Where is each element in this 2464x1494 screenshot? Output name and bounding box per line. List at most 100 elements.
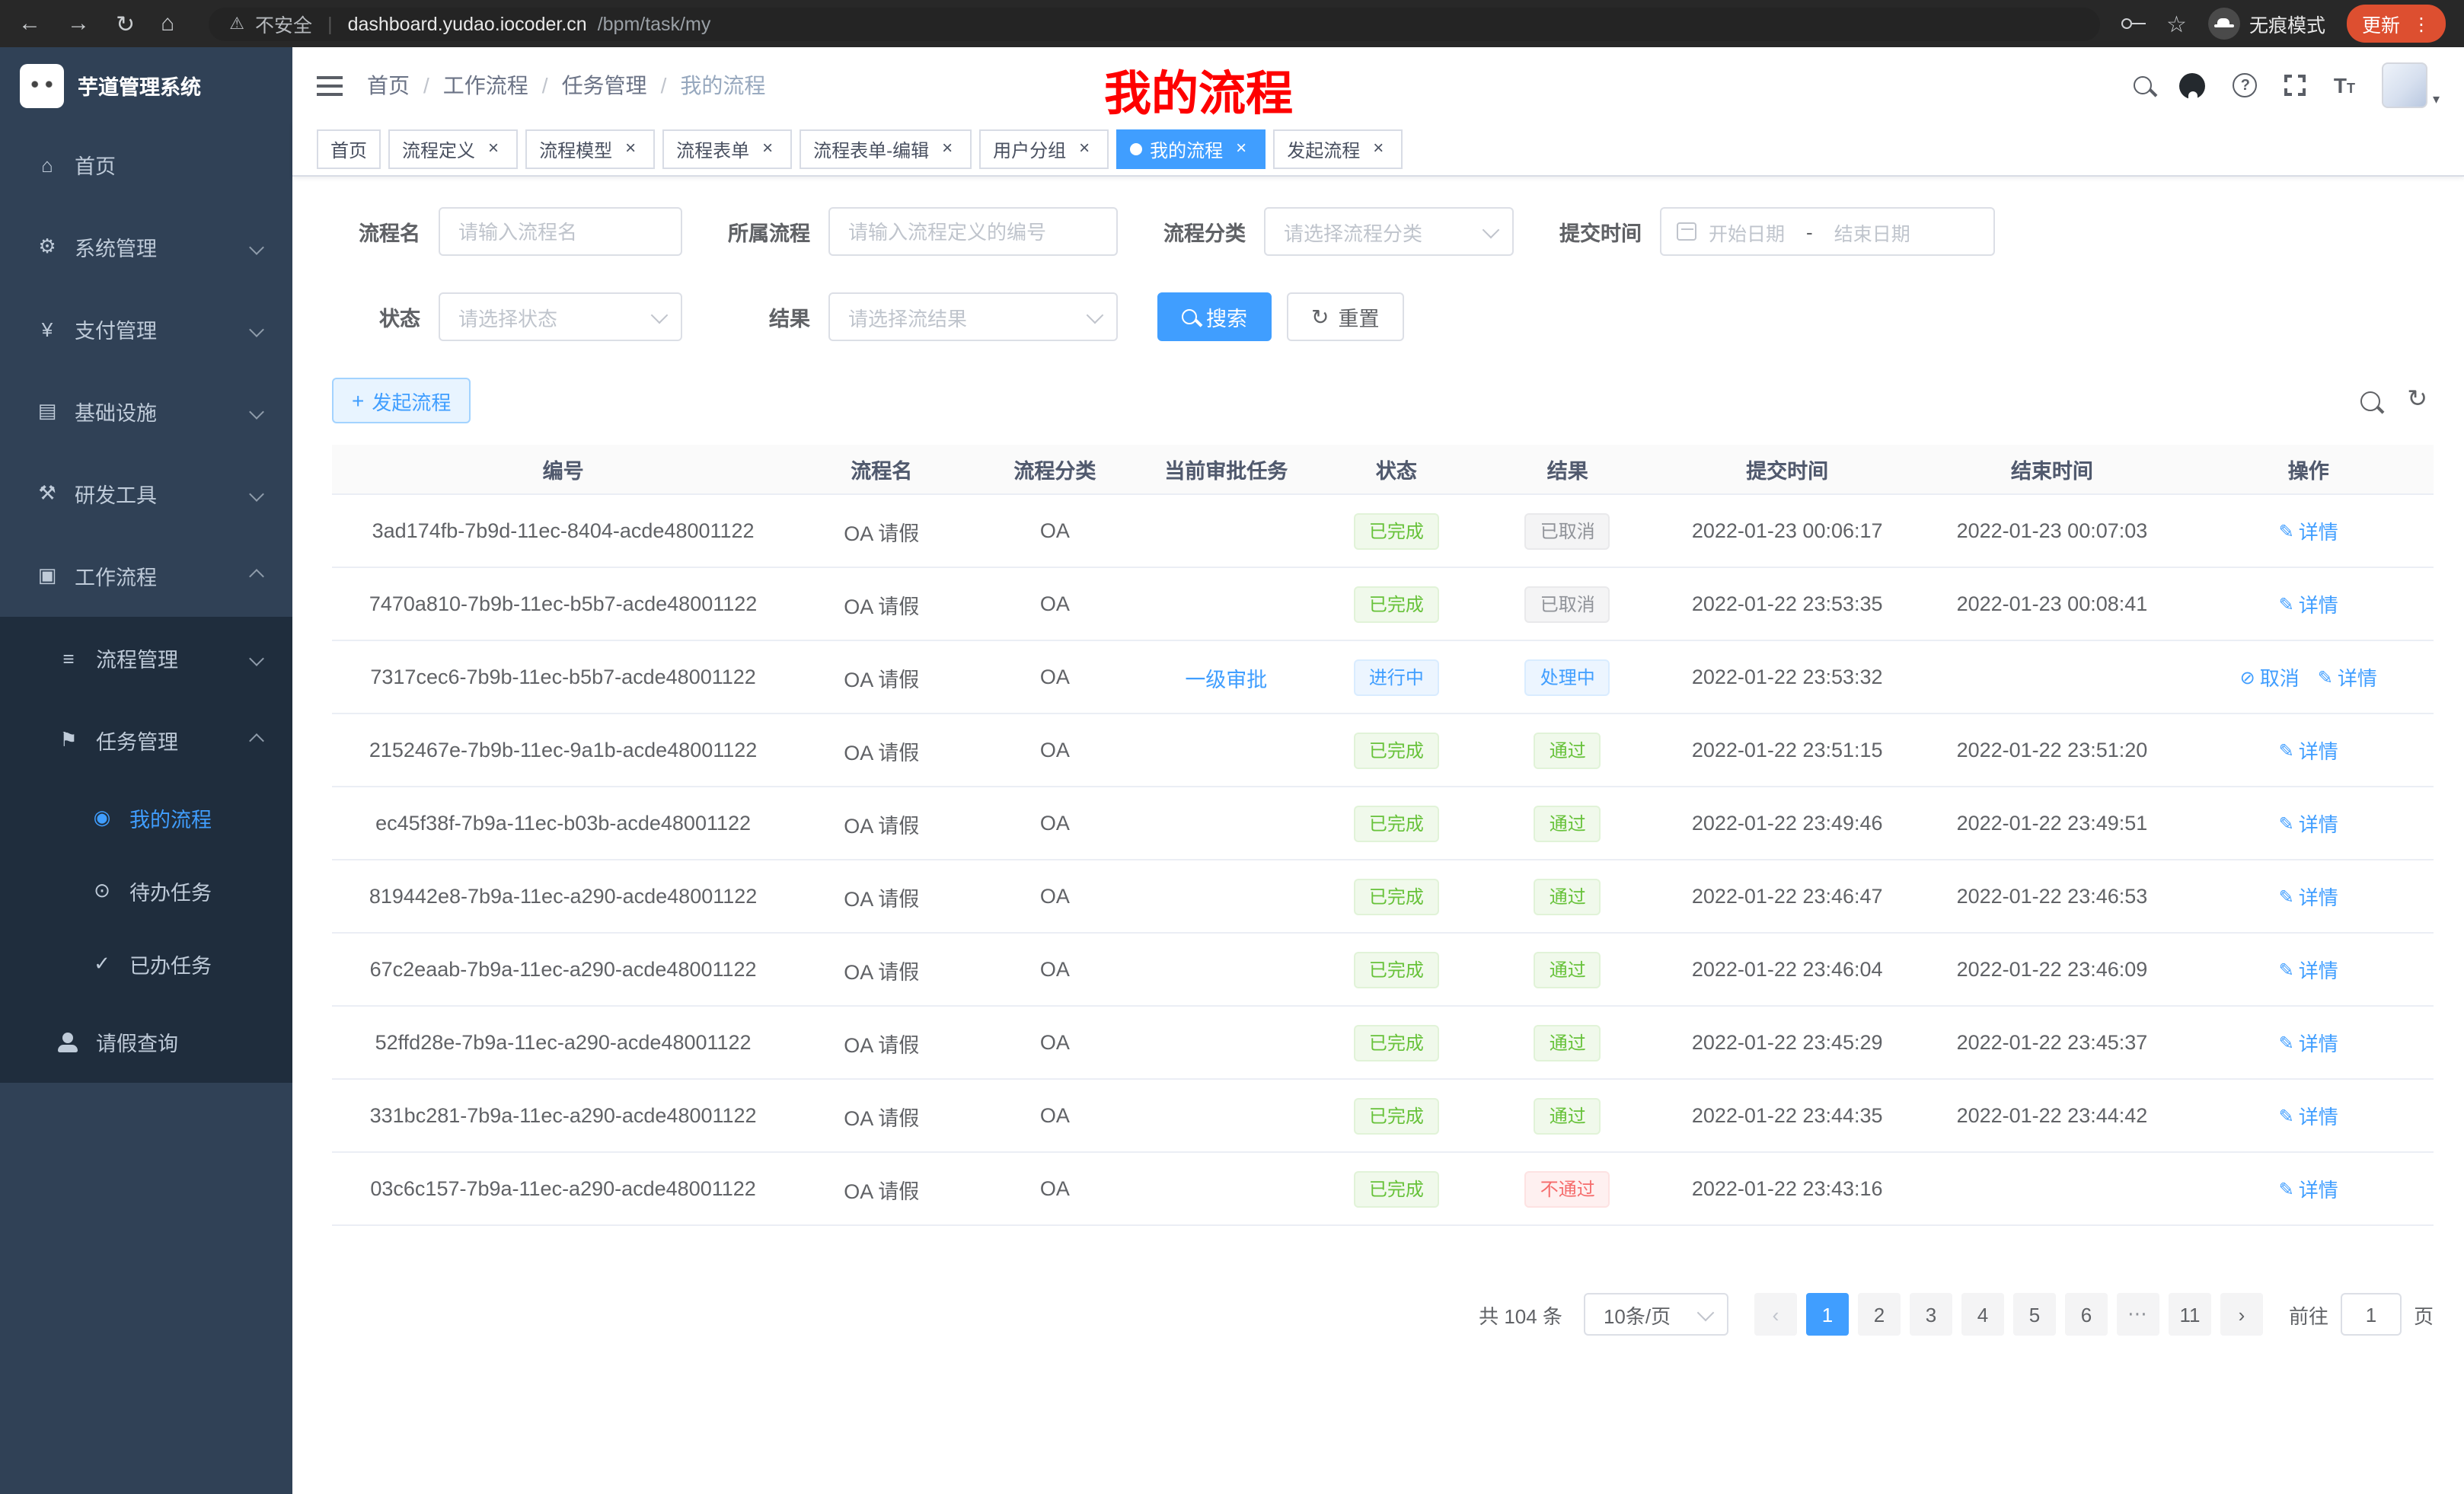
- cell-current-task: [1141, 1079, 1312, 1152]
- tab-home[interactable]: 首页: [317, 129, 381, 169]
- tools-icon: ⚒: [34, 481, 61, 506]
- fullscreen-icon[interactable]: [2285, 75, 2306, 96]
- cancel-link[interactable]: ⊘取消: [2240, 662, 2300, 691]
- current-task-link[interactable]: 一级审批: [1185, 668, 1267, 691]
- category-select[interactable]: 请选择流程分类: [1264, 207, 1514, 256]
- detail-link[interactable]: ✎详情: [2279, 1028, 2338, 1057]
- sidebar-toggle-icon[interactable]: [317, 75, 343, 95]
- sidebar-item-payment-manage[interactable]: ¥支付管理: [0, 288, 292, 370]
- close-icon[interactable]: ×: [757, 139, 778, 160]
- bookmark-star-icon[interactable]: ☆: [2166, 10, 2187, 37]
- home-button[interactable]: ⌂: [161, 11, 174, 37]
- sidebar-item-system-manage[interactable]: ⚙系统管理: [0, 206, 292, 288]
- page-button-3[interactable]: 3: [1910, 1293, 1952, 1336]
- page-button-5[interactable]: 5: [2013, 1293, 2056, 1336]
- back-button[interactable]: ←: [18, 11, 41, 37]
- process-definition-input[interactable]: [828, 207, 1118, 256]
- menu-dots-icon[interactable]: ⋮: [2412, 13, 2430, 34]
- search-icon[interactable]: [2134, 76, 2153, 94]
- page-button-2[interactable]: 2: [1858, 1293, 1901, 1336]
- close-icon[interactable]: ×: [1368, 139, 1389, 160]
- refresh-icon-button[interactable]: ↻: [2407, 388, 2427, 413]
- tab-process-form[interactable]: 流程表单×: [662, 129, 792, 169]
- submit-time-range-picker[interactable]: 开始日期 - 结束日期: [1660, 207, 1995, 256]
- cell-end-time: 2022-01-22 23:49:51: [1920, 787, 2183, 860]
- breadcrumb-item-home[interactable]: 首页: [367, 70, 410, 101]
- close-icon[interactable]: ×: [1230, 139, 1252, 160]
- breadcrumb-item-workflow[interactable]: 工作流程: [443, 70, 528, 101]
- tab-my-process[interactable]: 我的流程×: [1116, 129, 1266, 169]
- close-icon[interactable]: ×: [620, 139, 641, 160]
- pages-ellipsis[interactable]: ⋯: [2117, 1293, 2159, 1336]
- cell-end-time: 2022-01-22 23:44:42: [1920, 1079, 2183, 1152]
- page-button-4[interactable]: 4: [1961, 1293, 2004, 1336]
- detail-link[interactable]: ✎详情: [2279, 882, 2338, 911]
- update-button[interactable]: 更新 ⋮: [2347, 5, 2446, 43]
- sidebar-item-leave-query[interactable]: 请假查询: [0, 1001, 292, 1083]
- detail-link[interactable]: ✎详情: [2279, 589, 2338, 618]
- tab-process-definition[interactable]: 流程定义×: [388, 129, 518, 169]
- sidebar-item-todo-task[interactable]: ⊙待办任务: [0, 854, 292, 927]
- forward-button[interactable]: →: [67, 11, 90, 37]
- next-page-button[interactable]: ›: [2220, 1293, 2263, 1336]
- tab-user-group[interactable]: 用户分组×: [979, 129, 1109, 169]
- sidebar-item-dev-tools[interactable]: ⚒研发工具: [0, 452, 292, 535]
- sidebar-item-infrastructure[interactable]: ▤基础设施: [0, 370, 292, 452]
- start-process-button[interactable]: + 发起流程: [332, 378, 471, 423]
- detail-link[interactable]: ✎详情: [2279, 1174, 2338, 1203]
- goto-page-input[interactable]: [2341, 1293, 2402, 1336]
- filter-category: 流程分类 请选择流程分类: [1157, 207, 1514, 256]
- search-icon-button[interactable]: [2360, 391, 2379, 410]
- navbar: 首页/工作流程/任务管理/我的流程 我的流程 ? TT ▾: [292, 47, 2464, 123]
- page-button-11[interactable]: 11: [2169, 1293, 2211, 1336]
- cell-status: 已完成: [1311, 1152, 1482, 1225]
- sidebar-item-my-process[interactable]: ◉我的流程: [0, 781, 292, 854]
- close-icon[interactable]: ×: [937, 139, 958, 160]
- column-header: 流程分类: [969, 445, 1141, 494]
- detail-link[interactable]: ✎详情: [2279, 736, 2338, 765]
- filter-submit-time: 提交时间 开始日期 - 结束日期: [1553, 207, 1995, 256]
- tab-start-process[interactable]: 发起流程×: [1273, 129, 1403, 169]
- detail-link[interactable]: ✎详情: [2279, 809, 2338, 838]
- sidebar-item-task-manage[interactable]: ⚑任务管理: [0, 699, 292, 781]
- address-bar[interactable]: ⚠ 不安全 | dashboard.yudao.iocoder.cn /bpm/…: [208, 7, 2099, 40]
- font-size-icon[interactable]: TT: [2334, 75, 2355, 96]
- page-button-6[interactable]: 6: [2065, 1293, 2108, 1336]
- page-size-select[interactable]: 10条/页: [1584, 1293, 1728, 1336]
- cell-actions: ✎详情: [2183, 860, 2434, 933]
- cell-category: OA: [969, 567, 1141, 640]
- result-select[interactable]: 请选择流结果: [828, 292, 1118, 341]
- sidebar-item-done-task[interactable]: ✓已办任务: [0, 927, 292, 1001]
- breadcrumb-item-task-manage[interactable]: 任务管理: [562, 70, 647, 101]
- user-menu[interactable]: ▾: [2383, 62, 2440, 108]
- tab-process-form-edit[interactable]: 流程表单-编辑×: [800, 129, 972, 169]
- sidebar-item-process-manage[interactable]: ≡流程管理: [0, 617, 292, 699]
- range-end-placeholder: 结束日期: [1834, 217, 1910, 246]
- search-button[interactable]: 搜索: [1157, 292, 1272, 341]
- tab-process-model[interactable]: 流程模型×: [525, 129, 655, 169]
- detail-link[interactable]: ✎详情: [2318, 662, 2377, 691]
- action-label: 详情: [2299, 1174, 2338, 1203]
- github-icon[interactable]: [2180, 72, 2206, 98]
- detail-link[interactable]: ✎详情: [2279, 516, 2338, 545]
- prev-page-button[interactable]: ‹: [1754, 1293, 1797, 1336]
- password-key-icon[interactable]: [2121, 17, 2145, 30]
- sidebar-item-home[interactable]: ⌂ 首页: [0, 123, 292, 206]
- status-select[interactable]: 请选择状态: [439, 292, 682, 341]
- close-icon[interactable]: ×: [483, 139, 504, 160]
- close-icon[interactable]: ×: [1074, 139, 1095, 160]
- sidebar-item-label: 首页: [75, 149, 116, 180]
- detail-link[interactable]: ✎详情: [2279, 1101, 2338, 1130]
- reset-button[interactable]: ↻ 重置: [1287, 292, 1403, 341]
- reload-button[interactable]: ↻: [116, 10, 135, 37]
- help-icon[interactable]: ?: [2233, 73, 2258, 97]
- cell-actions: ✎详情: [2183, 567, 2434, 640]
- result-tag: 不通过: [1525, 1170, 1610, 1207]
- logo-row[interactable]: 芋道管理系统: [0, 47, 292, 123]
- detail-link[interactable]: ✎详情: [2279, 955, 2338, 984]
- process-name-input[interactable]: [439, 207, 682, 256]
- result-tag: 已取消: [1525, 586, 1610, 622]
- page-button-1[interactable]: 1: [1806, 1293, 1849, 1336]
- home-icon: ⌂: [34, 153, 61, 176]
- sidebar-item-workflow[interactable]: ▣工作流程: [0, 535, 292, 617]
